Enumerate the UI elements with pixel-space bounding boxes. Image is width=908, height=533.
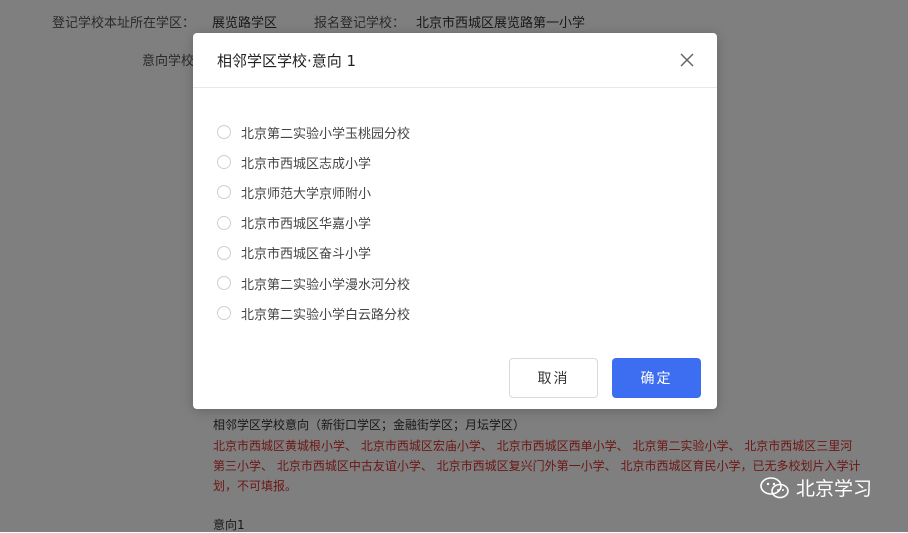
school-option-list: 北京第二实验小学玉桃园分校 北京市西城区志成小学 北京师范大学京师附小 北京市西… <box>217 117 410 328</box>
dialog-header: 相邻学区学校·意向 1 <box>193 33 717 88</box>
school-option[interactable]: 北京第二实验小学漫水河分校 <box>217 268 410 298</box>
school-option-label: 北京第二实验小学漫水河分校 <box>241 277 411 293</box>
school-option-label: 北京市西城区志成小学 <box>241 156 372 172</box>
radio-button[interactable] <box>217 185 231 200</box>
dialog-title: 相邻学区学校·意向 1 <box>217 52 357 70</box>
radio-button[interactable] <box>217 245 231 260</box>
radio-button[interactable] <box>217 276 231 291</box>
school-option[interactable]: 北京师范大学京师附小 <box>217 177 410 207</box>
school-option-label: 北京市西城区奋斗小学 <box>241 247 372 263</box>
school-select-dialog: 相邻学区学校·意向 1 北京第二实验小学玉桃园分校 北京市西城区志成小学 北京师… <box>193 33 717 409</box>
close-icon <box>680 53 694 67</box>
close-button[interactable] <box>675 48 699 72</box>
school-option[interactable]: 北京市西城区志成小学 <box>217 147 410 177</box>
confirm-button[interactable]: 确定 <box>612 358 701 398</box>
school-option[interactable]: 北京市西城区华嘉小学 <box>217 208 410 238</box>
radio-button[interactable] <box>217 155 231 170</box>
radio-button[interactable] <box>217 306 231 321</box>
watermark-text: 北京学习 <box>796 478 873 500</box>
school-option-label: 北京第二实验小学白云路分校 <box>241 307 411 323</box>
wechat-icon <box>760 476 789 498</box>
school-option[interactable]: 北京第二实验小学玉桃园分校 <box>217 117 410 147</box>
radio-button[interactable] <box>217 215 231 230</box>
radio-button[interactable] <box>217 125 231 140</box>
cancel-button[interactable]: 取消 <box>509 358 598 398</box>
school-option[interactable]: 北京市西城区奋斗小学 <box>217 238 410 268</box>
school-option-label: 北京师范大学京师附小 <box>241 186 372 202</box>
school-option[interactable]: 北京第二实验小学白云路分校 <box>217 298 410 328</box>
wechat-watermark: 北京学习 <box>760 474 872 501</box>
school-option-label: 北京第二实验小学玉桃园分校 <box>241 126 411 142</box>
school-option-label: 北京市西城区华嘉小学 <box>241 217 372 233</box>
